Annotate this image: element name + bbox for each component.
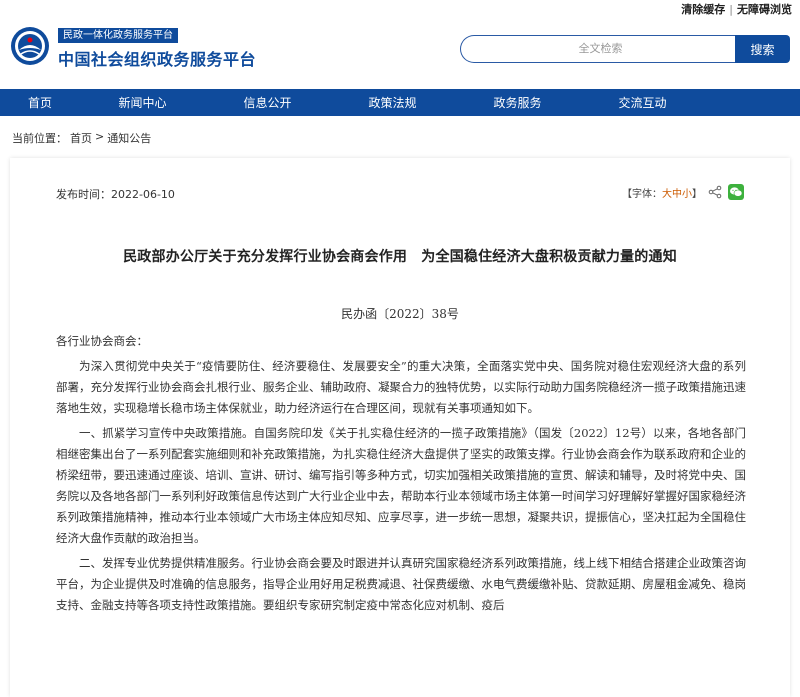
breadcrumb: 当前位置： 首页 > 通知公告 xyxy=(12,130,151,146)
nav-item-services[interactable]: 政务服务 xyxy=(455,89,580,116)
font-label-open: 【字体： xyxy=(622,188,662,200)
article-body: 各行业协会商会： 为深入贯彻党中央关于“疫情要防住、经济要稳住、发展要安全”的重… xyxy=(56,331,746,620)
font-large-button[interactable]: 大 xyxy=(662,189,672,200)
breadcrumb-home[interactable]: 首页 xyxy=(70,130,92,146)
nav-item-policies[interactable]: 政策法规 xyxy=(330,89,455,116)
ministry-emblem-icon[interactable] xyxy=(10,26,50,66)
article-tools: 【字体：大中小】 xyxy=(622,184,744,200)
article-meta: 发布时间：2022-06-10 【字体：大中小】 xyxy=(56,184,744,202)
main-nav: 首页 新闻中心 信息公开 政策法规 政务服务 交流互动 xyxy=(0,89,800,116)
nav-item-home[interactable]: 首页 xyxy=(0,89,80,116)
brand-tag: 民政一体化政务服务平台 xyxy=(58,28,178,43)
font-medium-button[interactable]: 中 xyxy=(672,189,682,200)
nav-item-interaction[interactable]: 交流互动 xyxy=(580,89,705,116)
font-small-button[interactable]: 小 xyxy=(682,189,692,200)
accessibility-link[interactable]: 无障碍浏览 xyxy=(737,1,792,17)
wechat-icon[interactable] xyxy=(728,184,744,200)
article-paragraph: 一、抓紧学习宣传中央政策措施。自国务院印发《关于扎实稳住经济的一揽子政策措施》（… xyxy=(56,426,746,545)
top-links-separator: | xyxy=(729,2,733,16)
search-button[interactable]: 搜索 xyxy=(735,35,790,63)
publish-date: 发布时间：2022-06-10 xyxy=(56,188,175,201)
breadcrumb-prefix: 当前位置： xyxy=(12,132,67,145)
document-number: 民办函〔2022〕38号 xyxy=(341,307,459,321)
clear-cache-link[interactable]: 清除缓存 xyxy=(681,1,725,17)
nav-item-info-disclosure[interactable]: 信息公开 xyxy=(205,89,330,116)
article-salutation: 各行业协会商会： xyxy=(56,334,148,348)
article-paragraph: 二、发挥专业优势提供精准服务。行业协会商会要及时跟进并认真研究国家稳经济系列政策… xyxy=(56,556,746,612)
breadcrumb-arrow: > xyxy=(95,130,105,143)
share-icon[interactable] xyxy=(708,185,722,199)
font-label-close: 】 xyxy=(692,188,702,200)
article-title: 民政部办公厅关于充分发挥行业协会商会作用 为全国稳住经济大盘积极贡献力量的通知 xyxy=(123,249,677,265)
breadcrumb-current[interactable]: 通知公告 xyxy=(107,130,151,146)
nav-item-news[interactable]: 新闻中心 xyxy=(80,89,205,116)
search-input[interactable]: 全文检索 xyxy=(460,35,740,63)
search-bar: 全文检索 搜索 xyxy=(460,35,790,63)
article-panel: 发布时间：2022-06-10 【字体：大中小】 民政部办公厅关于充分发挥行业协… xyxy=(10,158,790,697)
brand-name[interactable]: 中国社会组织政务服务平台 xyxy=(58,46,256,70)
top-links: 清除缓存 | 无障碍浏览 xyxy=(681,0,792,18)
article-paragraph: 为深入贯彻党中央关于“疫情要防住、经济要稳住、发展要安全”的重大决策，全面落实党… xyxy=(56,359,746,415)
site-header: 民政一体化政务服务平台 中国社会组织政务服务平台 全文检索 搜索 xyxy=(0,18,800,88)
font-size-selector: 【字体：大中小】 xyxy=(622,185,702,200)
